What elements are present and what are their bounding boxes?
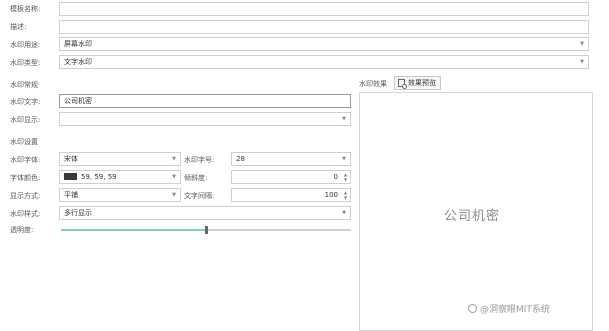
chevron-down-icon: ▼ bbox=[580, 41, 584, 47]
layout-select-value: 平铺 bbox=[64, 191, 78, 199]
source-watermark-text: @洞察眼MIT系统 bbox=[480, 305, 550, 315]
source-watermark: @洞察眼MIT系统 bbox=[468, 302, 550, 315]
purpose-select[interactable]: 屏幕水印 ▼ bbox=[59, 37, 589, 51]
watermark-logo-icon bbox=[468, 304, 477, 313]
tilt-stepper[interactable]: 0 ▲ ▼ bbox=[231, 170, 351, 184]
preview-panel: 公司机密 bbox=[359, 92, 593, 331]
font-size-select[interactable]: 28 ▼ bbox=[231, 152, 351, 166]
font-size-value: 28 bbox=[236, 155, 245, 163]
preview-button-label: 效果预览 bbox=[408, 79, 436, 87]
font-size-label: 水印字号: bbox=[184, 156, 215, 164]
spacing-value: 100 bbox=[324, 191, 338, 199]
style-select[interactable]: 多行显示 ▼ bbox=[59, 206, 351, 220]
chevron-down-icon: ▼ bbox=[172, 156, 176, 162]
settings-section-title: 水印设置 bbox=[10, 138, 38, 146]
color-swatch bbox=[64, 173, 77, 180]
template-name-label: 模板名称: bbox=[10, 5, 41, 13]
watermark-display-label: 水印显示: bbox=[10, 116, 41, 124]
font-color-picker[interactable]: 59, 59, 59 ▼ bbox=[59, 170, 181, 184]
template-name-input[interactable] bbox=[59, 2, 589, 16]
type-select-value: 文字水印 bbox=[64, 58, 92, 66]
purpose-label: 水印用途: bbox=[10, 41, 41, 49]
style-select-value: 多行显示 bbox=[64, 209, 92, 217]
watermark-display-select[interactable]: ▼ bbox=[59, 112, 351, 126]
slider-fill bbox=[61, 229, 206, 231]
font-select-value: 宋体 bbox=[64, 155, 78, 163]
spin-buttons[interactable]: ▲ ▼ bbox=[343, 172, 348, 182]
font-select[interactable]: 宋体 ▼ bbox=[59, 152, 181, 166]
tilt-value: 0 bbox=[333, 173, 338, 181]
style-label: 水印样式: bbox=[10, 210, 41, 218]
type-label: 水印类型: bbox=[10, 59, 41, 67]
purpose-select-value: 屏幕水印 bbox=[64, 40, 92, 48]
spin-buttons[interactable]: ▲ ▼ bbox=[343, 190, 348, 200]
opacity-label: 透明度: bbox=[10, 226, 34, 234]
tilt-label: 倾斜度: bbox=[184, 174, 208, 182]
slider-thumb[interactable] bbox=[205, 226, 208, 234]
chevron-down-icon: ▼ bbox=[342, 210, 346, 216]
watermark-text-input[interactable]: 公司机密 bbox=[59, 94, 351, 108]
type-select[interactable]: 文字水印 ▼ bbox=[59, 55, 589, 69]
chevron-down-icon: ▼ bbox=[580, 59, 584, 65]
description-label: 描述: bbox=[10, 23, 27, 31]
chevron-down-icon: ▼ bbox=[342, 156, 346, 162]
description-input[interactable] bbox=[59, 20, 589, 34]
opacity-slider[interactable] bbox=[61, 226, 351, 234]
preview-icon bbox=[398, 78, 407, 89]
spacing-label: 文字间隔: bbox=[184, 192, 215, 200]
chevron-down-icon: ▼ bbox=[342, 116, 346, 122]
layout-label: 显示方式: bbox=[10, 192, 41, 200]
chevron-down-icon: ▼ bbox=[172, 192, 176, 198]
spin-down-icon[interactable]: ▼ bbox=[343, 195, 348, 200]
content-section-title: 水印常规 bbox=[10, 81, 38, 89]
font-color-label: 字体颜色: bbox=[10, 174, 41, 182]
spacing-stepper[interactable]: 100 ▲ ▼ bbox=[231, 188, 351, 202]
preview-button[interactable]: 效果预览 bbox=[394, 76, 441, 90]
layout-select[interactable]: 平铺 ▼ bbox=[59, 188, 181, 202]
font-color-value: 59, 59, 59 bbox=[81, 173, 117, 181]
chevron-down-icon: ▼ bbox=[172, 174, 176, 180]
preview-label: 水印效果 bbox=[359, 80, 387, 88]
font-label: 水印字体: bbox=[10, 156, 41, 164]
spin-down-icon[interactable]: ▼ bbox=[343, 177, 348, 182]
watermark-text-label: 水印文字: bbox=[10, 98, 41, 106]
preview-watermark-text: 公司机密 bbox=[444, 209, 501, 224]
